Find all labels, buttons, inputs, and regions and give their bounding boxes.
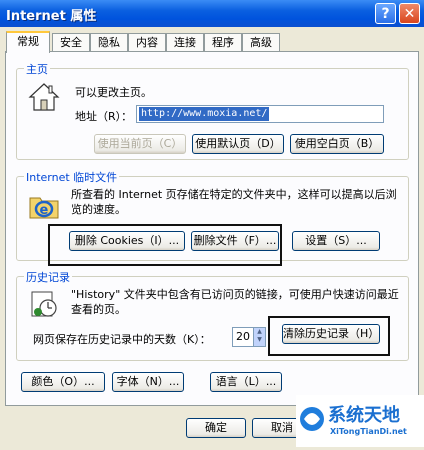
history-icon	[28, 288, 60, 320]
help-button[interactable]: ?	[375, 3, 396, 24]
use-blank-button[interactable]: 使用空白页（B）	[290, 134, 384, 154]
window-title: Internet 属性	[6, 9, 97, 24]
delete-cookies-button[interactable]: 删除 Cookies（I）...	[69, 231, 185, 251]
watermark-url: XiTongTianDi.net	[330, 427, 407, 436]
svg-text:e: e	[40, 203, 49, 218]
spinner-down-icon: ▼	[257, 336, 262, 343]
history-desc: "History" 文件夹中包含有已访问页的链接，可使用户快速访问最近查看的页。	[71, 288, 399, 316]
watermark-logo: 系统天地 XiTongTianDi.net	[296, 395, 424, 447]
tab-privacy[interactable]: 隐私	[90, 33, 128, 51]
spinner-arrows[interactable]: ▲ ▼	[253, 328, 265, 346]
settings-button[interactable]: 设置（S）...	[292, 231, 380, 251]
temp-files-group-label: Internet 临时文件	[24, 169, 120, 185]
tab-connections[interactable]: 连接	[166, 33, 204, 51]
tab-content[interactable]: 内容	[128, 33, 166, 51]
homepage-group-label: 主页	[24, 61, 50, 77]
spinner-up-icon: ▲	[257, 328, 262, 335]
history-days-input[interactable]: 20 ▲ ▼	[232, 327, 266, 347]
tab-general[interactable]: 常规	[6, 31, 50, 53]
languages-button[interactable]: 语言（L）...	[210, 372, 282, 392]
colors-button[interactable]: 颜色（O）...	[21, 372, 105, 392]
address-input[interactable]: http://www.moxia.net/	[136, 105, 384, 123]
fonts-button[interactable]: 字体（N）...	[112, 372, 184, 392]
close-icon: ✕	[403, 6, 416, 22]
ie-folder-icon: e	[28, 190, 62, 222]
clear-history-button[interactable]: 清除历史记录（H）	[282, 324, 380, 344]
help-icon: ?	[381, 6, 390, 22]
tab-security[interactable]: 安全	[52, 33, 90, 51]
use-default-button[interactable]: 使用默认页（D）	[192, 134, 284, 154]
history-group-label: 历史记录	[24, 269, 72, 285]
use-current-button[interactable]: 使用当前页（C）	[94, 134, 186, 154]
house-icon	[28, 82, 60, 112]
ok-button[interactable]: 确定	[186, 418, 246, 438]
tab-programs[interactable]: 程序	[204, 33, 242, 51]
homepage-desc: 可以更改主页。	[75, 86, 152, 99]
watermark-text: 系统天地	[328, 405, 400, 426]
history-days-value: 20	[236, 330, 250, 343]
history-days-label: 网页保存在历史记录中的天数（K）：	[33, 333, 211, 346]
address-label: 地址（R）：	[75, 110, 133, 123]
temp-files-desc: 所查看的 Internet 页存储在特定的文件夹中，这样可以提高以后浏览的速度。	[71, 188, 397, 216]
tab-advanced[interactable]: 高级	[242, 33, 280, 51]
close-button[interactable]: ✕	[399, 3, 420, 24]
address-value: http://www.moxia.net/	[139, 107, 270, 121]
delete-files-button[interactable]: 删除文件（F）...	[191, 231, 279, 251]
